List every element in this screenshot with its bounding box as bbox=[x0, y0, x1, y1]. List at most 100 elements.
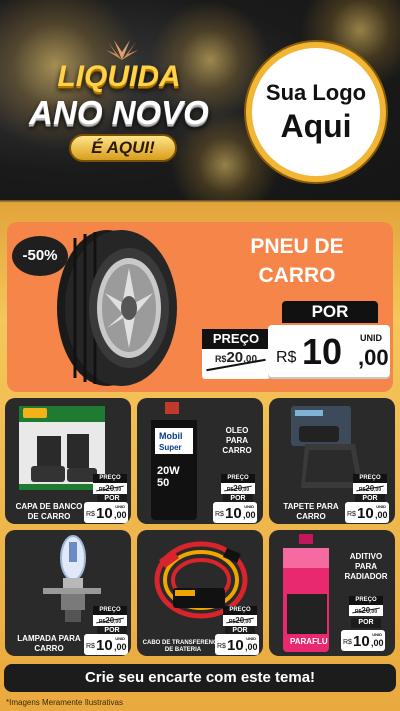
new-price: UNID R$ 10 ,00 bbox=[268, 325, 390, 377]
unit-label: UNID bbox=[244, 504, 254, 509]
coolant-label: PARAFLU bbox=[290, 637, 328, 646]
preco-label: PREÇO bbox=[93, 474, 127, 483]
featured-title: PNEU DE CARRO bbox=[222, 232, 372, 290]
bow-icon bbox=[106, 40, 138, 60]
preco-label: PREÇO bbox=[93, 606, 127, 615]
unit-label: UNID bbox=[372, 632, 382, 637]
new-price: UNID R$ 10 ,00 bbox=[213, 502, 257, 523]
unit-label: UNID bbox=[376, 504, 386, 509]
preco-label: PREÇO bbox=[221, 474, 255, 483]
new-price-cents: ,00 bbox=[358, 345, 389, 370]
product-card: CABO DE TRANSFERENCIA DE BATERIA PREÇO R… bbox=[137, 530, 263, 656]
product-name-line1: ADITIVO bbox=[349, 552, 383, 561]
new-price: UNID R$ 10 ,00 bbox=[84, 502, 128, 523]
new-price-cents: ,00 bbox=[245, 642, 258, 652]
new-price-int: 10 bbox=[227, 637, 244, 654]
product-name-line3: CARRO bbox=[222, 446, 252, 455]
product-card: PARAFLU ADITIVO PARA RADIADOR PREÇO R$20… bbox=[269, 530, 395, 656]
new-price-cents: ,00 bbox=[375, 510, 388, 520]
new-price-currency: R$ bbox=[276, 349, 297, 366]
logo-line2: Aqui bbox=[280, 107, 352, 144]
product-name-line1: CAPA DE BANCO bbox=[15, 502, 83, 511]
oil-bottle-icon: Mobil Super 20W 50 bbox=[151, 402, 197, 520]
product-name: ADITIVO PARA RADIADOR bbox=[341, 552, 391, 582]
unit-label: UNID bbox=[115, 504, 125, 509]
new-price-cents: ,00 bbox=[243, 510, 256, 520]
old-price-currency: R$ bbox=[214, 354, 227, 364]
new-price-currency: R$ bbox=[86, 511, 95, 518]
unit-label: UNID bbox=[246, 636, 256, 641]
old-price: R$20,00 bbox=[349, 605, 383, 616]
new-price-currency: R$ bbox=[217, 643, 226, 650]
product-name: CABO DE TRANSFERENCIA DE BATERIA bbox=[141, 640, 225, 654]
new-price-int: 10 bbox=[357, 505, 374, 522]
store-logo-placeholder: Sua Logo Aqui bbox=[246, 42, 386, 182]
product-name-line3: RADIADOR bbox=[344, 572, 388, 581]
new-price: UNID R$ 10 ,00 bbox=[345, 502, 389, 523]
por-label: POR bbox=[351, 618, 381, 628]
brand-pill: É AQUI! bbox=[69, 134, 177, 162]
old-price: R$20,00 bbox=[93, 483, 127, 494]
preco-label: PREÇO bbox=[353, 474, 387, 483]
new-price-int: 10 bbox=[353, 633, 370, 650]
product-name-line2: PARA bbox=[225, 436, 249, 445]
product-card: Mobil Super 20W 50 OLEO PARA CARRO PREÇO… bbox=[137, 398, 263, 524]
old-price: R$20,00 bbox=[223, 615, 257, 626]
discount-badge: -50% bbox=[12, 236, 68, 276]
new-price-currency: R$ bbox=[347, 511, 356, 518]
product-name-line2: CARRO bbox=[34, 644, 64, 653]
product-card: TAPETE PARA CARRO PREÇO R$20,00 POR UNID… bbox=[269, 398, 395, 524]
oil-sub: Super bbox=[159, 443, 182, 452]
product-name-line2: DE CARRO bbox=[27, 512, 71, 521]
product-name-line2: CARRO bbox=[296, 512, 326, 521]
product-name: OLEO PARA CARRO bbox=[217, 426, 257, 456]
new-price-int: 10 bbox=[96, 637, 113, 654]
footnote: *Imagens Meramente Ilustrativas bbox=[6, 698, 123, 707]
product-name-line1: CABO DE TRANSFERENCIA bbox=[142, 640, 224, 646]
product-name-line2: DE BATERIA bbox=[164, 647, 202, 653]
new-price: UNID R$ 10 ,00 bbox=[84, 634, 128, 655]
brand-line1: LIQUIDA bbox=[57, 60, 181, 93]
product-name-line1: TAPETE PARA bbox=[283, 502, 339, 511]
new-price-currency: R$ bbox=[86, 643, 95, 650]
brand-line2: ANO NOVO bbox=[29, 94, 209, 131]
oil-grade2: 50 bbox=[157, 477, 169, 489]
product-card: CAPA DE BANCO DE CARRO PREÇO R$20,00 POR… bbox=[5, 398, 131, 524]
product-name-line1: LAMPADA PARA bbox=[17, 634, 81, 643]
new-price-int: 10 bbox=[225, 505, 242, 522]
por-label: POR bbox=[282, 301, 378, 323]
new-price-cents: ,00 bbox=[114, 642, 127, 652]
old-price: R$20,00 bbox=[202, 349, 270, 379]
coolant-bottle-icon: PARAFLU bbox=[283, 534, 329, 652]
featured-title-line1: PNEU DE bbox=[250, 235, 344, 258]
logo-line1: Sua Logo bbox=[265, 79, 367, 105]
unit-label: UNID bbox=[115, 636, 125, 641]
new-price-int: 10 bbox=[302, 331, 343, 372]
preco-label: PREÇO bbox=[202, 329, 270, 349]
preco-label: PREÇO bbox=[223, 606, 257, 615]
campaign-logo: LIQUIDA ANO NOVO É AQUI! bbox=[14, 40, 224, 180]
preco-label: PREÇO bbox=[349, 596, 383, 605]
new-price-int: 10 bbox=[96, 505, 113, 522]
cta-banner[interactable]: Crie seu encarte com este tema! bbox=[4, 664, 396, 692]
old-price: R$20,00 bbox=[221, 483, 255, 494]
product-name-line1: OLEO bbox=[225, 426, 249, 435]
flyer: LIQUIDA ANO NOVO É AQUI! Sua Logo Aqui -… bbox=[0, 0, 400, 711]
product-name: LAMPADA PARA CARRO bbox=[9, 634, 89, 654]
product-name-line2: PARA bbox=[354, 562, 378, 571]
oil-grade1: 20W bbox=[157, 465, 180, 477]
product-card: LAMPADA PARA CARRO PREÇO R$20,00 POR UNI… bbox=[5, 530, 131, 656]
old-price: R$20,00 bbox=[93, 615, 127, 626]
oil-brand: Mobil bbox=[159, 431, 183, 441]
new-price-cents: ,00 bbox=[371, 638, 384, 648]
featured-title-line2: CARRO bbox=[258, 264, 336, 287]
new-price: UNID R$ 10 ,00 bbox=[215, 634, 259, 655]
unit-label: UNID bbox=[360, 333, 382, 343]
old-price: R$20,00 bbox=[353, 483, 387, 494]
product-name: CAPA DE BANCO DE CARRO bbox=[9, 502, 89, 522]
new-price: UNID R$ 10 ,00 bbox=[341, 630, 385, 651]
new-price-currency: R$ bbox=[215, 511, 224, 518]
new-price-cents: ,00 bbox=[114, 510, 127, 520]
new-price-currency: R$ bbox=[343, 639, 352, 646]
product-name: TAPETE PARA CARRO bbox=[275, 502, 347, 522]
